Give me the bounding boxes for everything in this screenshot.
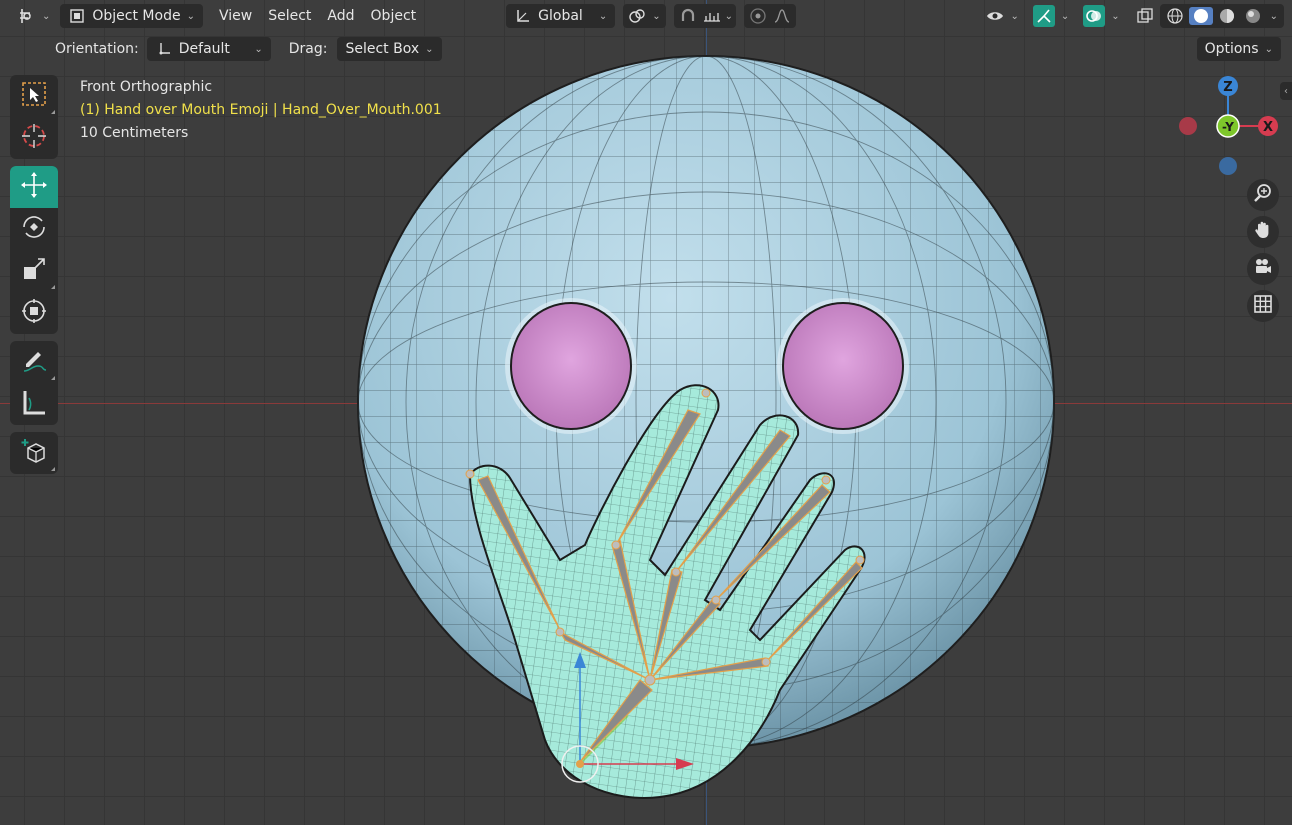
drag-value: Select Box xyxy=(345,41,420,57)
chevron-down-icon: ⌄ xyxy=(1264,43,1273,55)
cursor-icon xyxy=(20,122,48,154)
chevron-down-icon: ⌄ xyxy=(652,10,661,22)
snap-increment-icon[interactable] xyxy=(701,7,723,25)
scale-icon xyxy=(20,255,48,287)
eye-left[interactable] xyxy=(505,298,637,434)
menu-view[interactable]: View xyxy=(211,4,260,28)
drag-label: Drag: xyxy=(288,41,328,57)
gizmo-toggle[interactable]: ⌄ xyxy=(1029,4,1073,28)
overlay-icon xyxy=(1083,5,1106,27)
proportional-edit-icon[interactable] xyxy=(747,7,769,25)
navigation-gizmo[interactable]: Z X -Y xyxy=(1176,74,1280,178)
viewport-info: Front Orthographic (1) Hand over Mouth E… xyxy=(80,76,442,145)
xray-icon xyxy=(1136,7,1154,25)
move-icon xyxy=(19,170,49,204)
add-cube-tool[interactable] xyxy=(10,432,58,474)
annotate-tool[interactable] xyxy=(10,341,58,383)
chevron-down-icon: ⌄ xyxy=(254,43,263,55)
chevron-down-icon: ⌄ xyxy=(42,10,51,22)
transform-icon xyxy=(20,297,48,329)
visibility-dropdown[interactable]: ⌄ xyxy=(982,4,1022,28)
visibility-icon xyxy=(986,7,1004,25)
transform-tool[interactable] xyxy=(10,292,58,334)
chevron-down-icon: ⌄ xyxy=(186,10,195,22)
overlay-toggle[interactable]: ⌄ xyxy=(1079,4,1123,28)
chevron-left-icon: ‹ xyxy=(1284,85,1288,97)
add-cube-icon xyxy=(19,436,49,470)
zoom-button[interactable] xyxy=(1247,179,1279,211)
move-tool[interactable] xyxy=(10,166,58,208)
object-mode-icon xyxy=(68,7,86,25)
gizmo-y-label: -Y xyxy=(1222,120,1234,134)
menu-select[interactable]: Select xyxy=(260,4,319,28)
rendered-shading-icon[interactable] xyxy=(1241,7,1265,25)
annotate-icon xyxy=(20,346,48,378)
chevron-down-icon: ⌄ xyxy=(598,10,608,22)
camera-view-button[interactable] xyxy=(1247,253,1279,285)
chevron-down-icon: ⌄ xyxy=(1060,10,1070,22)
measure-tool[interactable] xyxy=(10,383,58,425)
gizmo-y-axis[interactable]: -Y xyxy=(1216,114,1240,138)
tool-settings-bar: Orientation: Default ⌄ Drag: Select Box … xyxy=(0,33,1292,65)
transform-orientation-dropdown[interactable]: Global ⌄ xyxy=(506,4,616,28)
menu-add[interactable]: Add xyxy=(319,4,362,28)
snap-group: ⌄ xyxy=(673,4,736,28)
rotate-icon xyxy=(20,213,48,245)
view-name: Front Orthographic xyxy=(80,79,213,95)
gizmo-icon xyxy=(1032,5,1055,27)
options-dropdown[interactable]: Options ⌄ xyxy=(1196,37,1281,61)
active-object-name: (1) Hand over Mouth Emoji | Hand_Over_Mo… xyxy=(80,102,442,118)
xray-toggle[interactable] xyxy=(1132,4,1158,28)
snap-icon[interactable] xyxy=(677,7,699,25)
menu-object[interactable]: Object xyxy=(363,4,425,28)
shading-group: ⌄ xyxy=(1159,4,1284,28)
grid-scale: 10 Centimeters xyxy=(80,125,189,141)
gizmo-x-label: X xyxy=(1263,120,1273,135)
ortho-toggle-button[interactable] xyxy=(1247,290,1279,322)
transform-orientation-icon xyxy=(514,7,532,25)
chevron-down-icon[interactable]: ⌄ xyxy=(1267,11,1281,22)
sidebar-toggle[interactable]: ‹ xyxy=(1280,82,1292,100)
orientation-dropdown[interactable]: Default ⌄ xyxy=(146,37,271,61)
pivot-icon xyxy=(628,7,646,25)
solid-shading-icon[interactable] xyxy=(1188,7,1213,25)
chevron-down-icon: ⌄ xyxy=(1010,10,1019,22)
left-toolbar xyxy=(10,75,58,481)
chevron-down-icon: ⌄ xyxy=(425,43,434,55)
select-box-tool[interactable] xyxy=(10,75,58,117)
chevron-down-icon[interactable]: ⌄ xyxy=(725,11,733,22)
eye-right[interactable] xyxy=(777,298,909,434)
gizmo-x-axis[interactable]: X xyxy=(1258,116,1278,136)
cursor-tool[interactable] xyxy=(10,117,58,159)
pivot-dropdown[interactable]: ⌄ xyxy=(623,4,666,28)
gizmo-z-label: Z xyxy=(1223,80,1232,95)
camera-icon xyxy=(1253,257,1273,281)
mode-dropdown[interactable]: Object Mode ⌄ xyxy=(60,4,203,28)
falloff-icon[interactable] xyxy=(771,7,793,25)
viewport-header: ⌄ Object Mode ⌄ View Select Add Object G… xyxy=(0,0,1292,32)
pan-button[interactable] xyxy=(1247,216,1279,248)
3d-viewport[interactable]: Front Orthographic (1) Hand over Mouth E… xyxy=(0,0,1292,825)
hand-icon xyxy=(1253,220,1273,244)
gizmo-z-axis[interactable]: Z xyxy=(1218,76,1238,96)
select-box-icon xyxy=(20,80,48,112)
transform-orientation-label: Global xyxy=(538,8,583,24)
options-label: Options xyxy=(1204,41,1259,57)
material-shading-icon[interactable] xyxy=(1215,7,1239,25)
chevron-down-icon: ⌄ xyxy=(1111,10,1120,22)
grid-icon xyxy=(1253,294,1273,318)
measure-icon xyxy=(20,388,48,420)
scale-tool[interactable] xyxy=(10,250,58,292)
proportional-edit-group xyxy=(743,4,796,28)
orientation-value: Default xyxy=(178,41,230,57)
editor-type-icon xyxy=(18,7,36,25)
editor-type-button[interactable]: ⌄ xyxy=(14,4,54,28)
rotate-tool[interactable] xyxy=(10,208,58,250)
orientation-axis-icon xyxy=(155,40,173,58)
wireframe-shading-icon[interactable] xyxy=(1163,7,1187,25)
mode-label: Object Mode xyxy=(92,8,181,24)
drag-dropdown[interactable]: Select Box ⌄ xyxy=(337,37,442,61)
zoom-icon xyxy=(1253,183,1273,207)
orientation-label: Orientation: xyxy=(55,41,139,57)
